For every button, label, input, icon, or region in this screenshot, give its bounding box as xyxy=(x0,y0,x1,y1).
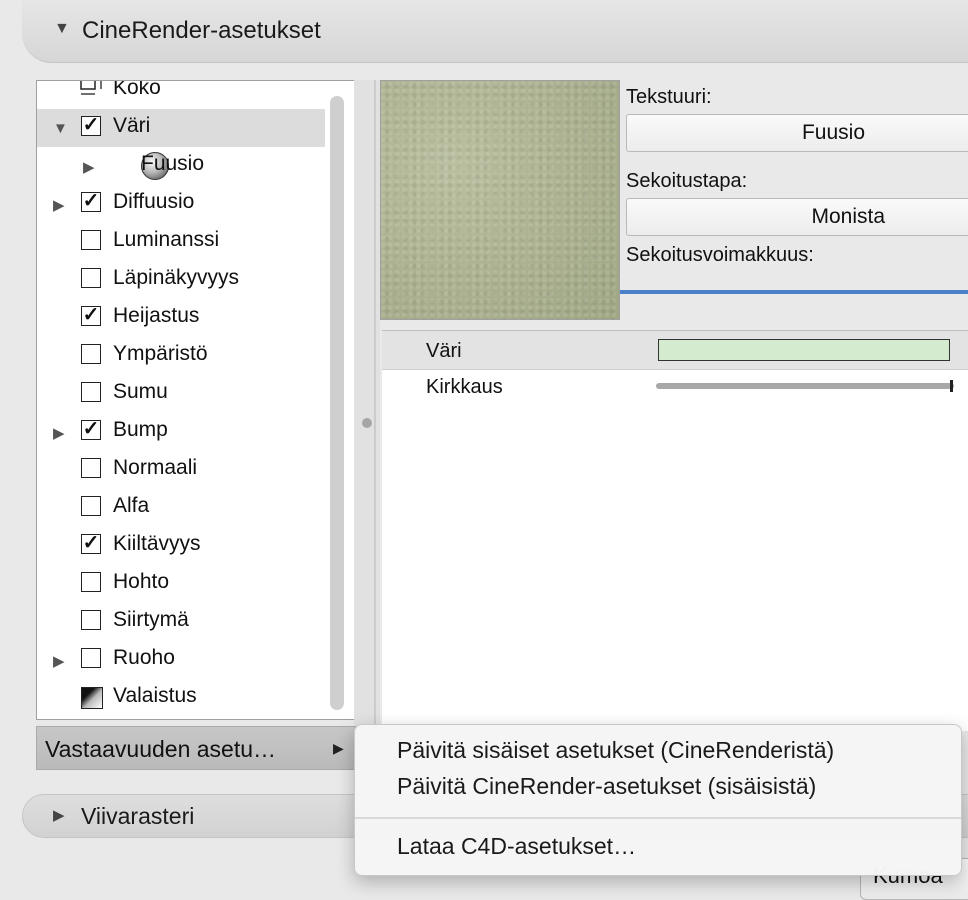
disclosure-collapsed-icon[interactable]: ▶ xyxy=(83,158,95,176)
disclosure-collapsed-icon[interactable]: ▶ xyxy=(53,652,65,670)
tree-item-13[interactable]: Hohto xyxy=(37,565,325,603)
checkbox-unchecked[interactable] xyxy=(81,648,101,668)
menu-separator xyxy=(355,817,961,819)
tree-item-3[interactable]: ▶ ✓ Diffuusio xyxy=(37,185,325,223)
checkbox-checked[interactable]: ✓ xyxy=(81,115,101,136)
correspondence-settings-button[interactable]: Vastaavuuden asetu… ▶ xyxy=(36,726,356,770)
property-table: Väri Kirkkaus xyxy=(382,330,968,731)
splitter-handle[interactable] xyxy=(362,418,372,428)
submenu-arrow-icon: ▶ xyxy=(333,740,344,756)
menu-item-update-cinerender[interactable]: Päivitä CineRender-asetukset (sisäisistä… xyxy=(397,773,816,800)
blend-strength-slider[interactable] xyxy=(620,290,968,294)
tree-item-label: Luminanssi xyxy=(113,228,220,251)
tree-item-label: Heijastus xyxy=(113,304,200,327)
tree-item-11[interactable]: Alfa xyxy=(37,489,325,527)
tree-item-label: Normaali xyxy=(113,456,198,479)
brightness-label: Kirkkaus xyxy=(426,376,503,398)
disclosure-triangle-icon[interactable]: ▶ xyxy=(53,806,65,824)
tree-item-8[interactable]: Sumu xyxy=(37,375,325,413)
checkbox-unchecked[interactable] xyxy=(81,382,101,402)
texture-label: Tekstuuri: xyxy=(626,86,712,108)
context-menu: Päivitä sisäiset asetukset (CineRenderis… xyxy=(354,724,962,876)
color-swatch[interactable] xyxy=(658,339,950,361)
tree-item-7[interactable]: Ympäristö xyxy=(37,337,325,375)
tree-item-label: Ympäristö xyxy=(113,342,208,365)
tree-item-label: Väri xyxy=(113,114,151,137)
blend-mode-popup[interactable]: Monista xyxy=(626,198,968,236)
section2-title: Viivarasteri xyxy=(81,803,195,829)
tree-item-10[interactable]: Normaali xyxy=(37,451,325,489)
tree-item-14[interactable]: Siirtymä xyxy=(37,603,325,641)
property-row-color[interactable]: Väri xyxy=(382,331,968,370)
tree-item-label: Diffuusio xyxy=(113,190,195,213)
tree-item-label: Läpinäkyvyys xyxy=(113,266,240,289)
checkbox-unchecked[interactable] xyxy=(81,572,101,592)
disclosure-collapsed-icon[interactable]: ▶ xyxy=(53,424,65,442)
checkbox-unchecked[interactable] xyxy=(81,344,101,364)
tree-item-5[interactable]: Läpinäkyvyys xyxy=(37,261,325,299)
tree-item-label: Sumu xyxy=(113,380,168,403)
brightness-slider[interactable] xyxy=(656,383,954,389)
tree-item-6[interactable]: ✓ Heijastus xyxy=(37,299,325,337)
checkbox-checked[interactable]: ✓ xyxy=(81,305,101,326)
menu-item-update-internal[interactable]: Päivitä sisäiset asetukset (CineRenderis… xyxy=(397,737,834,764)
checkbox-unchecked[interactable] xyxy=(81,610,101,630)
checkbox-checked[interactable]: ✓ xyxy=(81,191,101,212)
resize-icon xyxy=(80,81,102,95)
splitter-divider xyxy=(374,80,376,730)
channel-tree[interactable]: Koko ▼ ✓ Väri ▶ Fuusio ▶ ✓ Diffuusio Luminanssi Lä… xyxy=(36,80,356,720)
tree-item-12[interactable]: ✓ Kiiltävyys xyxy=(37,527,325,565)
tree-item-label: Siirtymä xyxy=(113,608,189,631)
color-label: Väri xyxy=(426,340,462,362)
cinerender-section-header[interactable]: ▼ CineRender-asetukset xyxy=(22,0,968,63)
texture-popup[interactable]: Fuusio xyxy=(626,114,968,152)
tree-item-label: Kiiltävyys xyxy=(113,532,201,555)
tree-item-label: Alfa xyxy=(113,494,150,517)
checkbox-checked[interactable]: ✓ xyxy=(81,533,101,554)
blend-mode-label: Sekoitustapa: xyxy=(626,170,748,192)
tree-item-9[interactable]: ▶ ✓ Bump xyxy=(37,413,325,451)
blend-strength-label: Sekoitusvoimakkuus: xyxy=(626,244,814,266)
texture-value: Fuusio xyxy=(801,121,865,144)
brightness-slider-end xyxy=(950,380,953,392)
tree-item-4[interactable]: Luminanssi xyxy=(37,223,325,261)
tree-item-16[interactable]: Valaistus xyxy=(37,679,325,717)
section-title: CineRender-asetukset xyxy=(82,17,321,44)
tree-item-0[interactable]: Koko xyxy=(37,80,325,109)
tree-item-label: Bump xyxy=(113,418,168,441)
disclosure-expanded-icon[interactable]: ▼ xyxy=(53,120,68,137)
checkbox-unchecked[interactable] xyxy=(81,230,101,250)
tree-item-15[interactable]: ▶ Ruoho xyxy=(37,641,325,679)
lighting-icon xyxy=(81,687,103,709)
checkbox-unchecked[interactable] xyxy=(81,458,101,478)
texture-preview xyxy=(380,80,620,320)
tree-item-label: Koko xyxy=(113,80,161,99)
blend-mode-value: Monista xyxy=(811,205,885,228)
tree-item-1[interactable]: ▼ ✓ Väri xyxy=(37,109,325,147)
menu-item-load-c4d[interactable]: Lataa C4D-asetukset… xyxy=(397,833,636,860)
tree-item-label: Hohto xyxy=(113,570,170,593)
checkbox-unchecked[interactable] xyxy=(81,268,101,288)
correspondence-label: Vastaavuuden asetu… xyxy=(45,736,277,762)
tree-item-label: Valaistus xyxy=(113,684,197,707)
tree-item-label: Ruoho xyxy=(113,646,175,669)
tree-scrollbar[interactable] xyxy=(330,96,344,710)
tree-item-2[interactable]: ▶ Fuusio xyxy=(37,147,325,185)
disclosure-collapsed-icon[interactable]: ▶ xyxy=(53,196,65,214)
checkbox-unchecked[interactable] xyxy=(81,496,101,516)
disclosure-triangle-icon[interactable]: ▼ xyxy=(54,20,70,38)
tree-item-label: Fuusio xyxy=(141,152,205,175)
checkbox-checked[interactable]: ✓ xyxy=(81,419,101,440)
